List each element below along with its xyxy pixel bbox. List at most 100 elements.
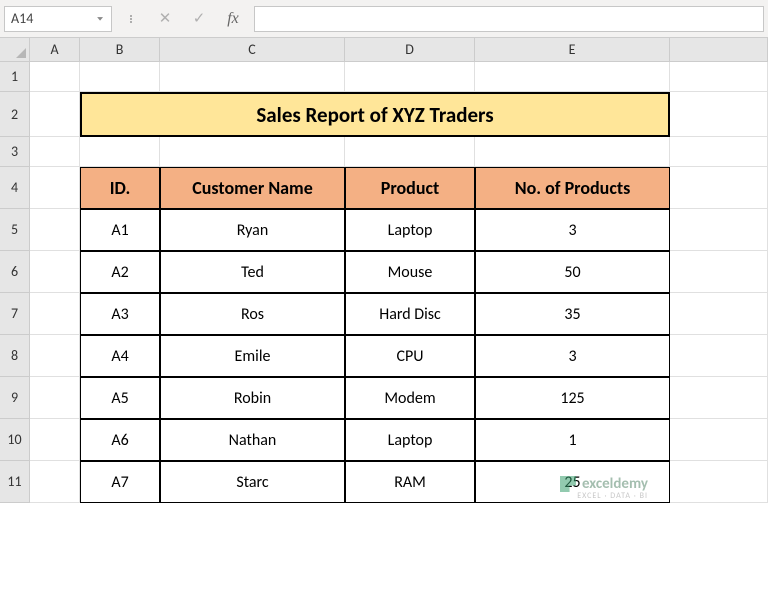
cancel-icon[interactable]: ✕: [150, 6, 180, 32]
watermark-tag: EXCEL · DATA · BI: [577, 491, 648, 501]
cell-f11[interactable]: [670, 461, 768, 503]
cell-a11[interactable]: [30, 461, 80, 503]
cell-qty[interactable]: 125: [475, 377, 670, 419]
row-header-8[interactable]: 8: [0, 335, 30, 377]
header-id[interactable]: ID.: [80, 167, 160, 209]
cell-product[interactable]: RAM: [345, 461, 475, 503]
cell-id[interactable]: A2: [80, 251, 160, 293]
cell-a10[interactable]: [30, 419, 80, 461]
cell-f10[interactable]: [670, 419, 768, 461]
cell-product[interactable]: Mouse: [345, 251, 475, 293]
header-qty[interactable]: No. of Products: [475, 167, 670, 209]
cell-a4[interactable]: [30, 167, 80, 209]
fx-icon[interactable]: fx: [218, 6, 248, 32]
table-row: A7 Starc RAM 25: [30, 461, 768, 503]
cell-d3[interactable]: [345, 137, 475, 167]
table-row: A3 Ros Hard Disc 35: [30, 293, 768, 335]
cell-qty[interactable]: 1: [475, 419, 670, 461]
cell-qty[interactable]: 35: [475, 293, 670, 335]
cell-f2[interactable]: [670, 92, 768, 137]
cell-f1[interactable]: [670, 62, 768, 92]
grid-column: A B C D E Sales Report of XYZ Traders: [30, 38, 768, 589]
watermark: exceldemy EXCEL · DATA · BI: [560, 475, 648, 493]
cell-product[interactable]: Laptop: [345, 209, 475, 251]
title-cell[interactable]: Sales Report of XYZ Traders: [80, 92, 670, 137]
row-header-2[interactable]: 2: [0, 92, 30, 137]
cell-f7[interactable]: [670, 293, 768, 335]
cell-name[interactable]: Ted: [160, 251, 345, 293]
cell-e3[interactable]: [475, 137, 670, 167]
row-header-3[interactable]: 3: [0, 137, 30, 167]
select-all-corner[interactable]: [0, 38, 30, 62]
cell-qty[interactable]: 3: [475, 335, 670, 377]
cell-a7[interactable]: [30, 293, 80, 335]
name-box[interactable]: A14 ▼: [4, 6, 112, 32]
table-row: A1 Ryan Laptop 3: [30, 209, 768, 251]
cell-product[interactable]: Hard Disc: [345, 293, 475, 335]
cell-f4[interactable]: [670, 167, 768, 209]
table-row: A2 Ted Mouse 50: [30, 251, 768, 293]
cell-product[interactable]: Laptop: [345, 419, 475, 461]
cell-id[interactable]: A5: [80, 377, 160, 419]
sheet-area: 1 2 3 4 5 6 7 8 9 10 11 A B C D E: [0, 38, 768, 589]
cell-a6[interactable]: [30, 251, 80, 293]
header-name[interactable]: Customer Name: [160, 167, 345, 209]
col-header-f[interactable]: [670, 38, 768, 62]
col-header-c[interactable]: C: [160, 38, 345, 62]
formula-bar: A14 ▼ ✕ ✓ fx: [0, 0, 768, 38]
cell-id[interactable]: A7: [80, 461, 160, 503]
cell-c1[interactable]: [160, 62, 345, 92]
cell-f8[interactable]: [670, 335, 768, 377]
cell-product[interactable]: Modem: [345, 377, 475, 419]
row-headers: 1 2 3 4 5 6 7 8 9 10 11: [0, 62, 30, 503]
formula-input[interactable]: [254, 6, 764, 32]
col-header-b[interactable]: B: [80, 38, 160, 62]
chevron-down-icon[interactable]: ▼: [95, 15, 105, 23]
cell-a3[interactable]: [30, 137, 80, 167]
cell-id[interactable]: A1: [80, 209, 160, 251]
cell-f9[interactable]: [670, 377, 768, 419]
name-box-value: A14: [11, 10, 33, 27]
cell-name[interactable]: Robin: [160, 377, 345, 419]
col-headers: A B C D E: [30, 38, 768, 62]
table-row: A4 Emile CPU 3: [30, 335, 768, 377]
cell-name[interactable]: Emile: [160, 335, 345, 377]
confirm-icon[interactable]: ✓: [184, 6, 214, 32]
row-header-9[interactable]: 9: [0, 377, 30, 419]
cell-id[interactable]: A6: [80, 419, 160, 461]
cell-name[interactable]: Starc: [160, 461, 345, 503]
cell-d1[interactable]: [345, 62, 475, 92]
cell-qty[interactable]: 50: [475, 251, 670, 293]
row-header-5[interactable]: 5: [0, 209, 30, 251]
cell-f6[interactable]: [670, 251, 768, 293]
col-header-a[interactable]: A: [30, 38, 80, 62]
cell-a5[interactable]: [30, 209, 80, 251]
cell-c3[interactable]: [160, 137, 345, 167]
col-header-d[interactable]: D: [345, 38, 475, 62]
cell-b1[interactable]: [80, 62, 160, 92]
col-header-e[interactable]: E: [475, 38, 670, 62]
cell-name[interactable]: Ryan: [160, 209, 345, 251]
row-header-1[interactable]: 1: [0, 62, 30, 92]
cell-f3[interactable]: [670, 137, 768, 167]
cell-qty[interactable]: 3: [475, 209, 670, 251]
expand-icon[interactable]: [116, 6, 146, 32]
cell-id[interactable]: A3: [80, 293, 160, 335]
cell-b3[interactable]: [80, 137, 160, 167]
cell-f5[interactable]: [670, 209, 768, 251]
cell-name[interactable]: Ros: [160, 293, 345, 335]
cell-a9[interactable]: [30, 377, 80, 419]
cell-id[interactable]: A4: [80, 335, 160, 377]
cell-a8[interactable]: [30, 335, 80, 377]
cell-a1[interactable]: [30, 62, 80, 92]
cell-name[interactable]: Nathan: [160, 419, 345, 461]
row-header-4[interactable]: 4: [0, 167, 30, 209]
cell-a2[interactable]: [30, 92, 80, 137]
row-header-11[interactable]: 11: [0, 461, 30, 503]
cell-product[interactable]: CPU: [345, 335, 475, 377]
cell-e1[interactable]: [475, 62, 670, 92]
row-header-6[interactable]: 6: [0, 251, 30, 293]
row-header-7[interactable]: 7: [0, 293, 30, 335]
header-product[interactable]: Product: [345, 167, 475, 209]
row-header-10[interactable]: 10: [0, 419, 30, 461]
